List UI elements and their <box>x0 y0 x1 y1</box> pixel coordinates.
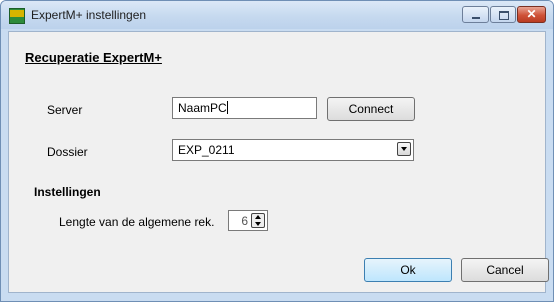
connect-button[interactable]: Connect <box>327 97 415 121</box>
minimize-icon <box>472 17 480 19</box>
ok-button[interactable]: Ok <box>364 258 452 282</box>
close-button[interactable]: ✕ <box>517 6 546 23</box>
maximize-button[interactable] <box>490 6 516 23</box>
server-label: Server <box>47 103 83 117</box>
dossier-value: EXP_0211 <box>178 143 235 157</box>
app-icon <box>9 8 25 24</box>
cancel-button[interactable]: Cancel <box>461 258 549 282</box>
minimize-button[interactable] <box>462 6 489 23</box>
spinner-arrows-icon[interactable] <box>251 213 265 228</box>
title-bar[interactable]: ExpertM+ instellingen ✕ <box>1 1 553 29</box>
server-value: NaamPC <box>178 101 227 115</box>
instellingen-heading: Instellingen <box>34 185 101 199</box>
dossier-label: Dossier <box>47 145 88 159</box>
length-value: 6 <box>241 214 248 228</box>
length-spinner[interactable]: 6 <box>228 210 268 231</box>
dialog-client-area <box>8 31 546 293</box>
maximize-icon <box>499 11 509 20</box>
length-label: Lengte van de algemene rek. <box>59 215 215 229</box>
server-input[interactable]: NaamPC <box>172 97 317 119</box>
close-icon: ✕ <box>526 7 537 21</box>
page-title: Recuperatie ExpertM+ <box>25 50 162 65</box>
chevron-down-icon[interactable] <box>397 142 411 156</box>
window-title: ExpertM+ instellingen <box>31 8 147 22</box>
dossier-select[interactable]: EXP_0211 <box>172 139 414 161</box>
